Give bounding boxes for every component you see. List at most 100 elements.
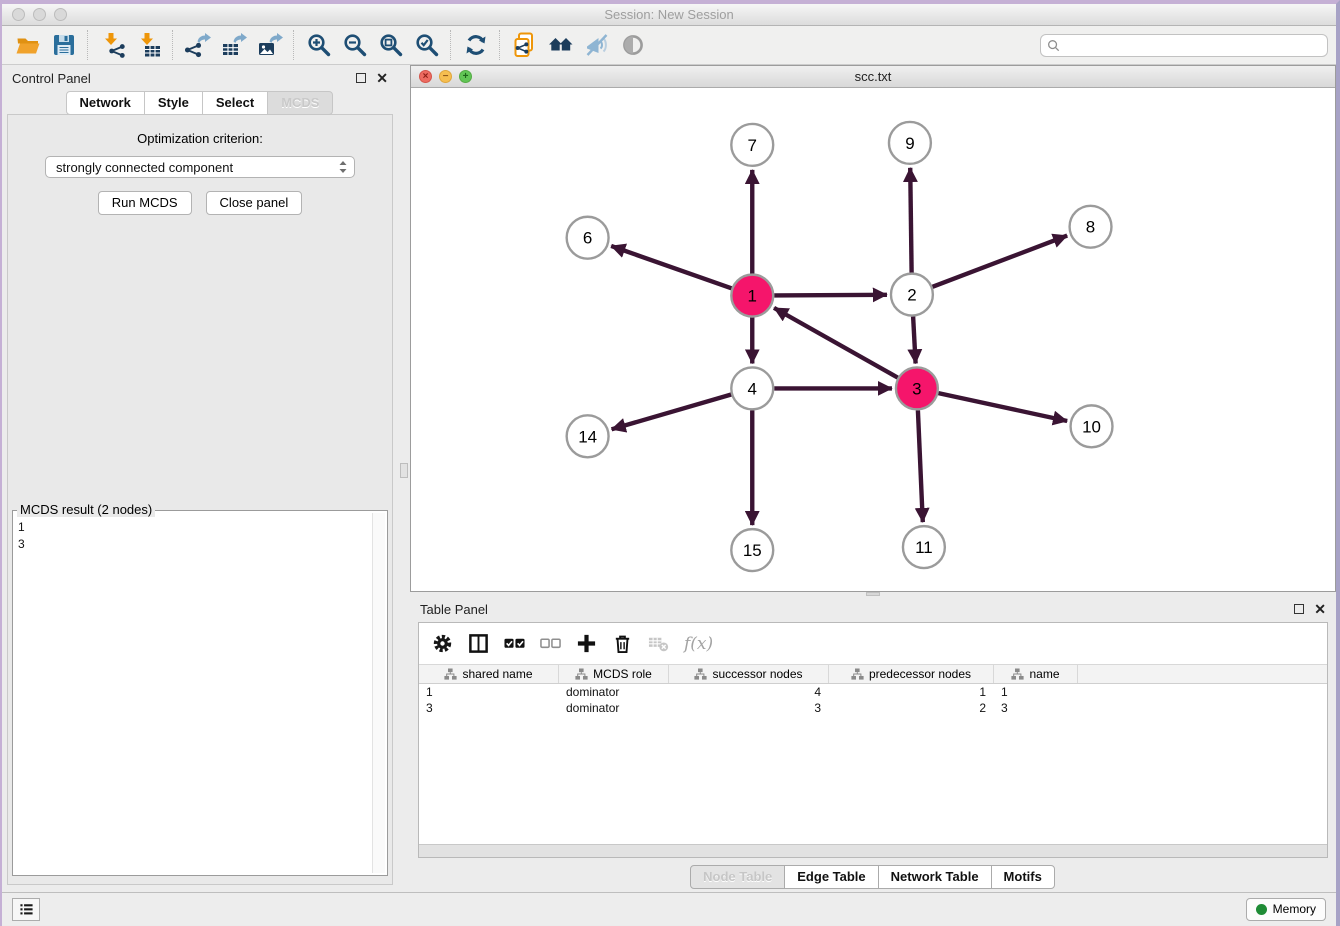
select-all-checkboxes-button[interactable] [504, 633, 525, 654]
add-column-button[interactable] [576, 633, 597, 654]
cell-successor-nodes[interactable]: 3 [669, 701, 829, 715]
toggle-graphics-details-icon [620, 32, 646, 58]
home-neighbors-button[interactable] [543, 29, 579, 61]
zoom-in-button[interactable] [301, 29, 337, 61]
delete-column-icon [612, 633, 633, 654]
minimize-window-icon[interactable] [33, 8, 46, 21]
column-tree-icon [444, 668, 457, 680]
graph-node-11[interactable]: 11 [903, 526, 945, 568]
float-table-panel-icon[interactable] [1294, 604, 1304, 614]
column-header-predecessor-nodes[interactable]: predecessor nodes [829, 665, 994, 683]
close-table-panel-icon[interactable]: ✕ [1314, 602, 1326, 616]
graph-edge-3-1[interactable] [774, 308, 898, 378]
column-header-shared-name[interactable]: shared name [419, 665, 559, 683]
cell-name[interactable]: 1 [994, 685, 1078, 699]
maximize-window-icon[interactable] [54, 8, 67, 21]
export-image-icon [257, 32, 283, 58]
graph-node-10[interactable]: 10 [1071, 405, 1113, 447]
zoom-out-button[interactable] [337, 29, 373, 61]
deselect-checkboxes-button[interactable] [540, 633, 561, 654]
graph-edge-1-6[interactable] [611, 246, 731, 288]
table-row[interactable]: 3dominator323 [419, 700, 1327, 716]
graph-edge-4-14[interactable] [612, 394, 732, 429]
refresh-view-button[interactable] [458, 29, 494, 61]
column-header-successor-nodes[interactable]: successor nodes [669, 665, 829, 683]
cell-MCDS-role[interactable]: dominator [559, 701, 669, 715]
mcds-result-text[interactable]: 1 3 [18, 519, 369, 872]
graph-node-7[interactable]: 7 [731, 124, 773, 166]
function-builder-button[interactable]: f(x) [684, 634, 713, 654]
tab-mcds[interactable]: MCDS [267, 91, 333, 115]
graph-node-15[interactable]: 15 [731, 529, 773, 571]
export-network-button[interactable] [180, 29, 216, 61]
float-panel-icon[interactable] [356, 73, 366, 83]
duplicate-network-button[interactable] [507, 29, 543, 61]
open-session-button[interactable] [10, 29, 46, 61]
graph-node-9[interactable]: 9 [889, 122, 931, 164]
graph-edge-2-9[interactable] [910, 168, 911, 273]
network-graph[interactable]: 7 9 6 8 1 2 4 3 14 10 15 11 [411, 88, 1335, 591]
close-panel-icon[interactable]: ✕ [376, 71, 388, 85]
column-header-name[interactable]: name [994, 665, 1078, 683]
zoom-fit-button[interactable] [373, 29, 409, 61]
close-panel-button[interactable]: Close panel [206, 191, 303, 215]
import-network-button[interactable] [95, 29, 131, 61]
tab-style[interactable]: Style [144, 91, 203, 115]
network-canvas[interactable]: 7 9 6 8 1 2 4 3 14 10 15 11 [411, 88, 1335, 591]
graph-node-4[interactable]: 4 [731, 367, 773, 409]
graph-edge-3-10[interactable] [938, 393, 1067, 421]
graph-node-1[interactable]: 1 [731, 275, 773, 317]
run-mcds-button[interactable]: Run MCDS [98, 191, 192, 215]
splitter-handle-icon[interactable] [400, 463, 408, 478]
toggle-graphics-details-button[interactable] [615, 29, 651, 61]
cell-name[interactable]: 3 [994, 701, 1078, 715]
column-header-MCDS-role[interactable]: MCDS role [559, 665, 669, 683]
save-session-button[interactable] [46, 29, 82, 61]
graph-node-2[interactable]: 2 [891, 274, 933, 316]
cell-predecessor-nodes[interactable]: 2 [829, 701, 994, 715]
tab-network-table[interactable]: Network Table [878, 865, 992, 889]
tab-edge-table[interactable]: Edge Table [784, 865, 878, 889]
task-history-button[interactable] [12, 898, 40, 921]
zoom-selected-button[interactable] [409, 29, 445, 61]
graph-edge-2-8[interactable] [932, 236, 1067, 287]
tab-motifs[interactable]: Motifs [991, 865, 1055, 889]
panel-splitter[interactable] [398, 65, 410, 892]
export-table-button[interactable] [216, 29, 252, 61]
tab-select[interactable]: Select [202, 91, 268, 115]
export-image-button[interactable] [252, 29, 288, 61]
import-table-button[interactable] [131, 29, 167, 61]
delete-table-button[interactable] [648, 633, 669, 654]
close-window-icon[interactable] [12, 8, 25, 21]
tab-node-table[interactable]: Node Table [690, 865, 785, 889]
graph-edge-2-3[interactable] [913, 317, 915, 364]
tab-network[interactable]: Network [66, 91, 145, 115]
result-scrollbar[interactable] [372, 513, 385, 873]
delete-column-button[interactable] [612, 633, 633, 654]
network-file-title: scc.txt [411, 69, 1335, 84]
cell-successor-nodes[interactable]: 4 [669, 685, 829, 699]
cell-predecessor-nodes[interactable]: 1 [829, 685, 994, 699]
graph-edge-3-11[interactable] [918, 410, 923, 522]
graph-node-14[interactable]: 14 [567, 415, 609, 457]
settings-gear-button[interactable] [432, 633, 453, 654]
graph-node-8[interactable]: 8 [1070, 206, 1112, 248]
cell-shared-name[interactable]: 3 [419, 701, 559, 715]
memory-button[interactable]: Memory [1246, 898, 1326, 921]
graph-edge-1-2[interactable] [774, 295, 887, 296]
table-row[interactable]: 1dominator411 [419, 684, 1327, 700]
cell-MCDS-role[interactable]: dominator [559, 685, 669, 699]
hide-annotations-button[interactable] [579, 29, 615, 61]
table-header-row: shared nameMCDS rolesuccessor nodesprede… [419, 664, 1327, 684]
cell-shared-name[interactable]: 1 [419, 685, 559, 699]
table-horizontal-scrollbar[interactable] [419, 844, 1327, 857]
graph-node-3[interactable]: 3 [896, 367, 938, 409]
graph-node-6[interactable]: 6 [567, 217, 609, 259]
search-box[interactable] [1040, 34, 1328, 57]
node-table-container: f(x) shared nameMCDS rolesuccessor nodes… [418, 622, 1328, 858]
mcds-tab-content: Optimization criterion: strongly connect… [7, 114, 393, 885]
search-input[interactable] [1064, 37, 1321, 53]
horizontal-splitter-handle-icon[interactable] [866, 592, 880, 596]
split-panel-button[interactable] [468, 633, 489, 654]
optimization-dropdown[interactable]: strongly connected component [45, 156, 355, 178]
